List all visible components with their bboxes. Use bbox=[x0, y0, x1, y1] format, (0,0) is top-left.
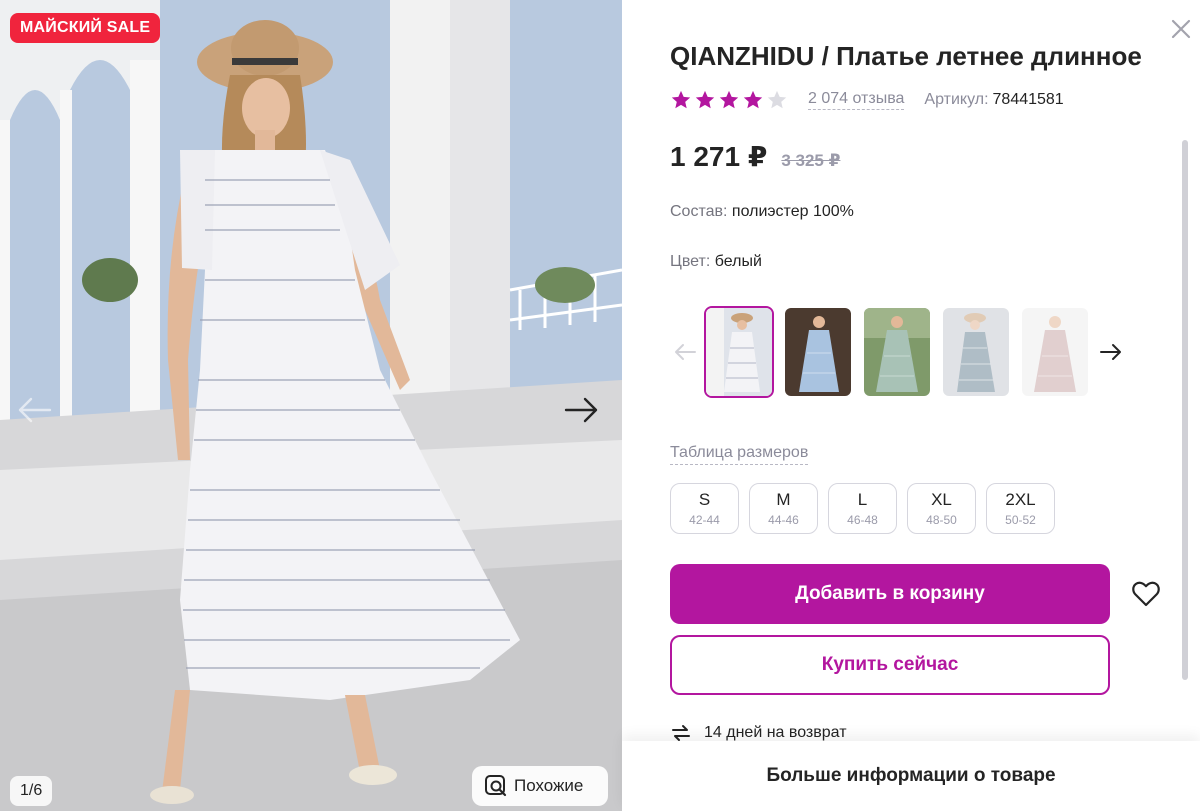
size-label: 2XL bbox=[1005, 490, 1036, 509]
swatch-blue[interactable] bbox=[783, 306, 853, 398]
article-label: Артикул: bbox=[924, 91, 989, 108]
swatch-image bbox=[864, 308, 930, 396]
color-value: белый bbox=[714, 253, 762, 270]
size-range: 42-44 bbox=[689, 513, 720, 527]
product-photo[interactable]: МАЙСКИЙ SALE 1/6 Похожие bbox=[0, 0, 622, 811]
swatch-prev-button[interactable] bbox=[670, 337, 700, 367]
size-option[interactable]: M 44-46 bbox=[749, 483, 818, 534]
size-label: M bbox=[776, 490, 791, 509]
swatch-white[interactable] bbox=[704, 306, 774, 398]
size-option[interactable]: L 46-48 bbox=[828, 483, 897, 534]
size-option[interactable]: S 42-44 bbox=[670, 483, 739, 534]
arrow-right-icon bbox=[1100, 344, 1121, 360]
favorite-button[interactable] bbox=[1130, 578, 1162, 610]
heart-icon bbox=[1132, 581, 1160, 607]
size-option[interactable]: XL 48-50 bbox=[907, 483, 976, 534]
reviews-link[interactable]: 2 074 отзыва bbox=[808, 90, 905, 110]
gallery-next-button[interactable] bbox=[562, 390, 602, 430]
returns-label: 14 дней на возврат bbox=[704, 724, 847, 741]
swatch-list bbox=[704, 306, 1090, 398]
swatch-next-button[interactable] bbox=[1096, 337, 1126, 367]
close-button[interactable] bbox=[1166, 14, 1196, 44]
swatch-striped[interactable] bbox=[941, 306, 1011, 398]
photo-counter: 1/6 bbox=[10, 776, 53, 806]
product-title: QIANZHIDU / Платье летнее длинное bbox=[670, 41, 1142, 71]
size-label: XL bbox=[931, 490, 952, 509]
swatch-image bbox=[943, 308, 1009, 396]
similar-label: Похожие bbox=[514, 776, 584, 795]
gallery-prev-button[interactable] bbox=[14, 390, 54, 430]
swatch-image bbox=[785, 308, 851, 396]
star-icon bbox=[695, 90, 715, 109]
more-info-button[interactable]: Больше информации о товаре bbox=[622, 741, 1200, 811]
current-price: 1 271 ₽ bbox=[670, 141, 768, 172]
composition-row: Состав: полиэстер 100% bbox=[670, 203, 854, 221]
size-range: 50-52 bbox=[1005, 513, 1036, 527]
arrow-left-icon bbox=[675, 344, 696, 360]
star-icon bbox=[671, 90, 691, 109]
swatch-green[interactable] bbox=[862, 306, 932, 398]
composition-label: Состав: bbox=[670, 203, 728, 220]
composition-value: полиэстер 100% bbox=[731, 203, 854, 220]
rating-stars bbox=[670, 89, 788, 111]
swatch-pink[interactable] bbox=[1020, 306, 1090, 398]
size-label: S bbox=[698, 490, 711, 509]
product-photo-illustration bbox=[0, 0, 622, 811]
old-price: 3 325 ₽ bbox=[781, 151, 841, 170]
arrow-left-icon bbox=[18, 397, 52, 423]
color-row: Цвет: белый bbox=[670, 253, 762, 271]
buy-now-button[interactable]: Купить сейчас bbox=[670, 635, 1110, 695]
size-range: 48-50 bbox=[926, 513, 957, 527]
size-selector: S 42-44 M 44-46 L 46-48 XL 48-50 2XL 50-… bbox=[670, 483, 1055, 534]
size-label: L bbox=[857, 490, 868, 509]
arrow-right-icon bbox=[564, 397, 598, 423]
size-option[interactable]: 2XL 50-52 bbox=[986, 483, 1055, 534]
swatch-image bbox=[706, 308, 772, 396]
star-icon bbox=[743, 90, 763, 109]
star-icon bbox=[767, 90, 787, 109]
color-swatches bbox=[670, 304, 1126, 400]
scrollbar[interactable] bbox=[1182, 140, 1188, 680]
price-row: 1 271 ₽ 3 325 ₽ bbox=[670, 140, 840, 173]
close-icon bbox=[1171, 19, 1191, 39]
star-icon bbox=[719, 90, 739, 109]
size-range: 44-46 bbox=[768, 513, 799, 527]
similar-button[interactable]: Похожие bbox=[472, 766, 608, 806]
product-info-panel: QIANZHIDU / Платье летнее длинное 2 074 … bbox=[622, 0, 1200, 811]
swatch-image bbox=[1022, 308, 1088, 396]
rating-row: 2 074 отзыва Артикул: 78441581 bbox=[670, 88, 1064, 112]
color-label: Цвет: bbox=[670, 253, 711, 270]
size-table-link[interactable]: Таблица размеров bbox=[670, 444, 809, 465]
similar-search-icon bbox=[485, 775, 507, 797]
size-range: 46-48 bbox=[847, 513, 878, 527]
sale-badge: МАЙСКИЙ SALE bbox=[10, 13, 161, 43]
add-to-cart-button[interactable]: Добавить в корзину bbox=[670, 564, 1110, 624]
article-value: 78441581 bbox=[992, 91, 1064, 108]
